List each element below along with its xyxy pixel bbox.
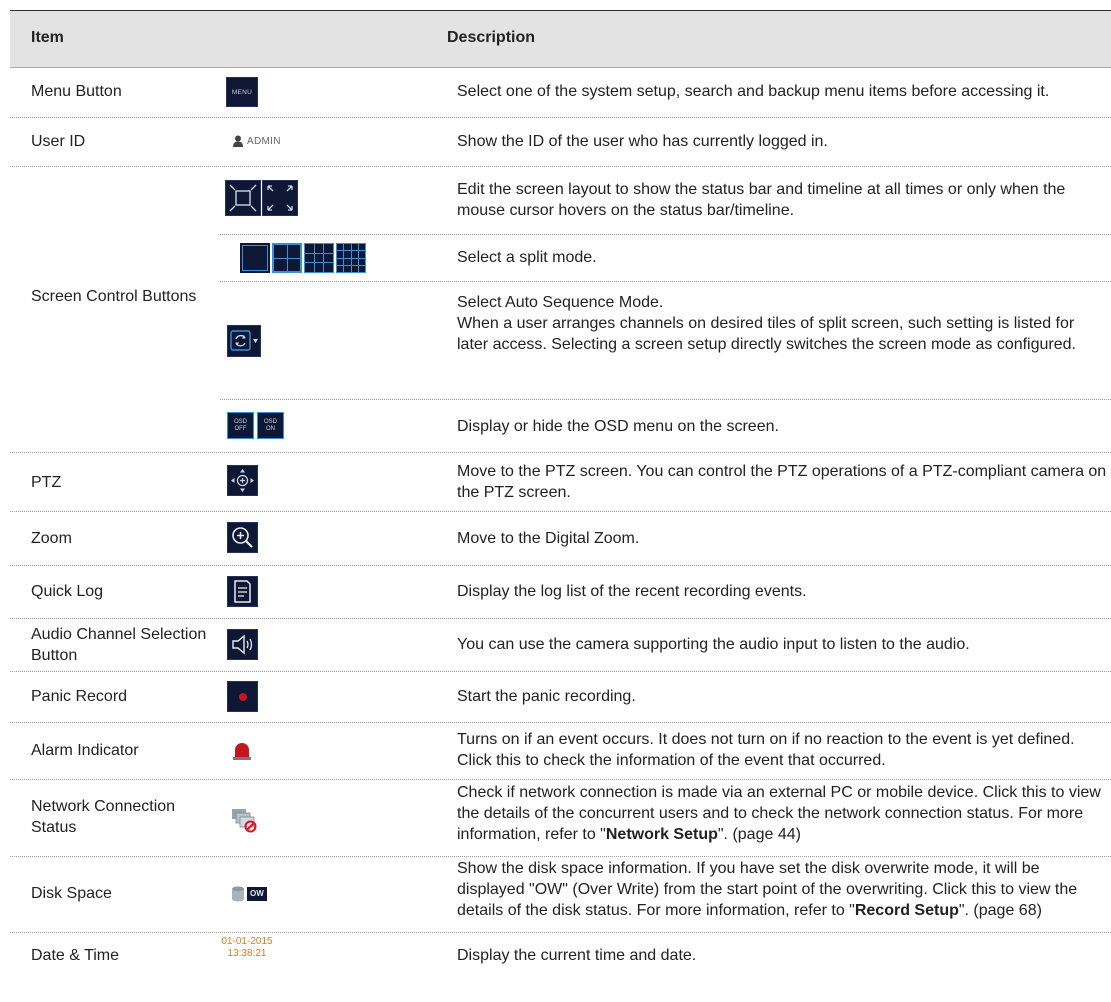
- item-description: You can use the camera supporting the au…: [457, 636, 970, 653]
- table-row-zoom: Zoom Move to the Digital Zoom.: [10, 512, 1111, 566]
- item-description: Start the panic recording.: [457, 688, 636, 705]
- item-description: Turns on if an event occurs. It does not…: [457, 731, 1075, 769]
- item-description: Check if network connection is made via …: [457, 784, 1101, 843]
- record-setup-link[interactable]: Record Setup: [855, 902, 959, 919]
- date-time-display[interactable]: 01-01-2015 13:38:21: [216, 936, 278, 960]
- item-description: Show the disk space information. If you …: [457, 860, 1078, 919]
- audio-channel-button[interactable]: [227, 629, 258, 660]
- item-description: Select one of the system setup, search a…: [457, 83, 1050, 100]
- speaker-icon: [232, 634, 253, 655]
- item-description: Move to the PTZ screen. You can control …: [457, 463, 1107, 501]
- layout-auto-hide-icon: [267, 185, 293, 211]
- table-row-panic-record: Panic Record Start the panic recording.: [10, 672, 1111, 723]
- item-name: User ID: [31, 133, 86, 150]
- user-id-indicator[interactable]: ADMIN: [233, 134, 281, 148]
- table-row-user-id: User ID ADMIN Show the ID of the user wh…: [10, 118, 1111, 167]
- alarm-light-icon[interactable]: [232, 741, 252, 761]
- item-description-table: Item Description Menu Button MENU Select…: [10, 10, 1111, 964]
- item-description: Select a split mode.: [457, 249, 597, 266]
- database-icon: [232, 886, 244, 902]
- table-row-date-time: Date & Time 01-01-2015 13:38:21 Display …: [10, 933, 1111, 978]
- sub-row-auto-sequence: Select Auto Sequence Mode. When a user a…: [220, 282, 1111, 400]
- header-description: Description: [447, 29, 536, 46]
- sub-row-split-mode: Select a split mode.: [220, 235, 1111, 282]
- document-icon: [234, 580, 251, 603]
- item-description: Move to the Digital Zoom.: [457, 530, 640, 547]
- osd-off-button[interactable]: OSD OFF: [227, 412, 254, 439]
- item-name: Alarm Indicator: [31, 742, 139, 759]
- item-name: Disk Space: [31, 885, 112, 902]
- layout-auto-hide-button[interactable]: [262, 180, 298, 216]
- network-setup-link[interactable]: Network Setup: [606, 826, 718, 843]
- overwrite-badge: OW: [247, 887, 267, 901]
- osd-buttons: OSD OFF OSD ON: [227, 412, 284, 439]
- auto-sequence-button[interactable]: [227, 325, 261, 357]
- item-name: Audio Channel Selection Button: [31, 626, 207, 664]
- item-description: Display the current time and date.: [457, 947, 697, 964]
- split-mode-buttons: [240, 243, 366, 273]
- header-item: Item: [31, 29, 64, 46]
- item-description: Display the log list of the recent recor…: [457, 583, 807, 600]
- disk-space-indicator[interactable]: OW: [231, 886, 267, 902]
- network-status-icon[interactable]: [231, 807, 259, 833]
- split-1-button[interactable]: [240, 243, 270, 273]
- split-4-button[interactable]: [272, 243, 302, 273]
- sub-row-osd: OSD OFF OSD ON Display or hide the OSD m…: [220, 400, 1111, 452]
- table-row-ptz: PTZ Move to the PTZ screen. You can cont…: [10, 453, 1111, 512]
- layout-buttons: [225, 180, 298, 216]
- layout-fixed-icon: [229, 184, 257, 212]
- table-row-menu-button: Menu Button MENU Select one of the syste…: [10, 67, 1111, 118]
- chevron-down-icon: [253, 339, 258, 343]
- table-row-alarm-indicator: Alarm Indicator Turns on if an event occ…: [10, 723, 1111, 780]
- date-text: 01-01-2015: [221, 936, 273, 947]
- time-text: 13:38:21: [227, 948, 267, 959]
- item-name: PTZ: [31, 474, 62, 491]
- item-name: Date & Time: [31, 947, 120, 964]
- item-name: Quick Log: [31, 583, 104, 600]
- item-description: Edit the screen layout to show the statu…: [457, 181, 1066, 219]
- table-row-network-status: Network Connection Status Check if netwo…: [10, 780, 1111, 857]
- table-row-disk-space: Disk Space OW Show the disk space inform…: [10, 857, 1111, 933]
- osd-on-button[interactable]: OSD ON: [257, 412, 284, 439]
- user-id-label: ADMIN: [247, 135, 281, 147]
- user-icon: [233, 135, 243, 147]
- layout-fixed-button[interactable]: [225, 180, 261, 216]
- split-16-button[interactable]: [336, 243, 366, 273]
- table-row-audio-channel: Audio Channel Selection Button You can u…: [10, 619, 1111, 672]
- item-description: Show the ID of the user who has currentl…: [457, 133, 828, 150]
- menu-button-icon[interactable]: MENU: [226, 77, 258, 107]
- item-name: Panic Record: [31, 688, 128, 705]
- table-row-quick-log: Quick Log Display the log list of the re…: [10, 566, 1111, 619]
- ptz-button[interactable]: [227, 465, 258, 496]
- item-description: Display or hide the OSD menu on the scre…: [457, 418, 779, 435]
- item-name: Menu Button: [31, 83, 122, 100]
- sub-row-layout: Edit the screen layout to show the statu…: [220, 167, 1111, 235]
- zoom-icon: [232, 527, 253, 548]
- record-icon: [238, 692, 247, 701]
- panic-record-button[interactable]: [227, 681, 258, 712]
- zoom-button[interactable]: [227, 522, 258, 553]
- item-name: Screen Control Buttons: [31, 288, 197, 305]
- quick-log-button[interactable]: [227, 576, 258, 607]
- item-name: Network Connection Status: [31, 798, 176, 836]
- ptz-icon: [231, 469, 254, 492]
- item-description: Select Auto Sequence Mode. When a user a…: [457, 294, 1076, 353]
- auto-sequence-icon: [230, 330, 258, 351]
- table-header: Item Description: [10, 10, 1111, 68]
- split-9-button[interactable]: [304, 243, 334, 273]
- table-row-screen-control-buttons: Screen Control Buttons Edit the screen l…: [10, 167, 1111, 453]
- item-name: Zoom: [31, 530, 72, 547]
